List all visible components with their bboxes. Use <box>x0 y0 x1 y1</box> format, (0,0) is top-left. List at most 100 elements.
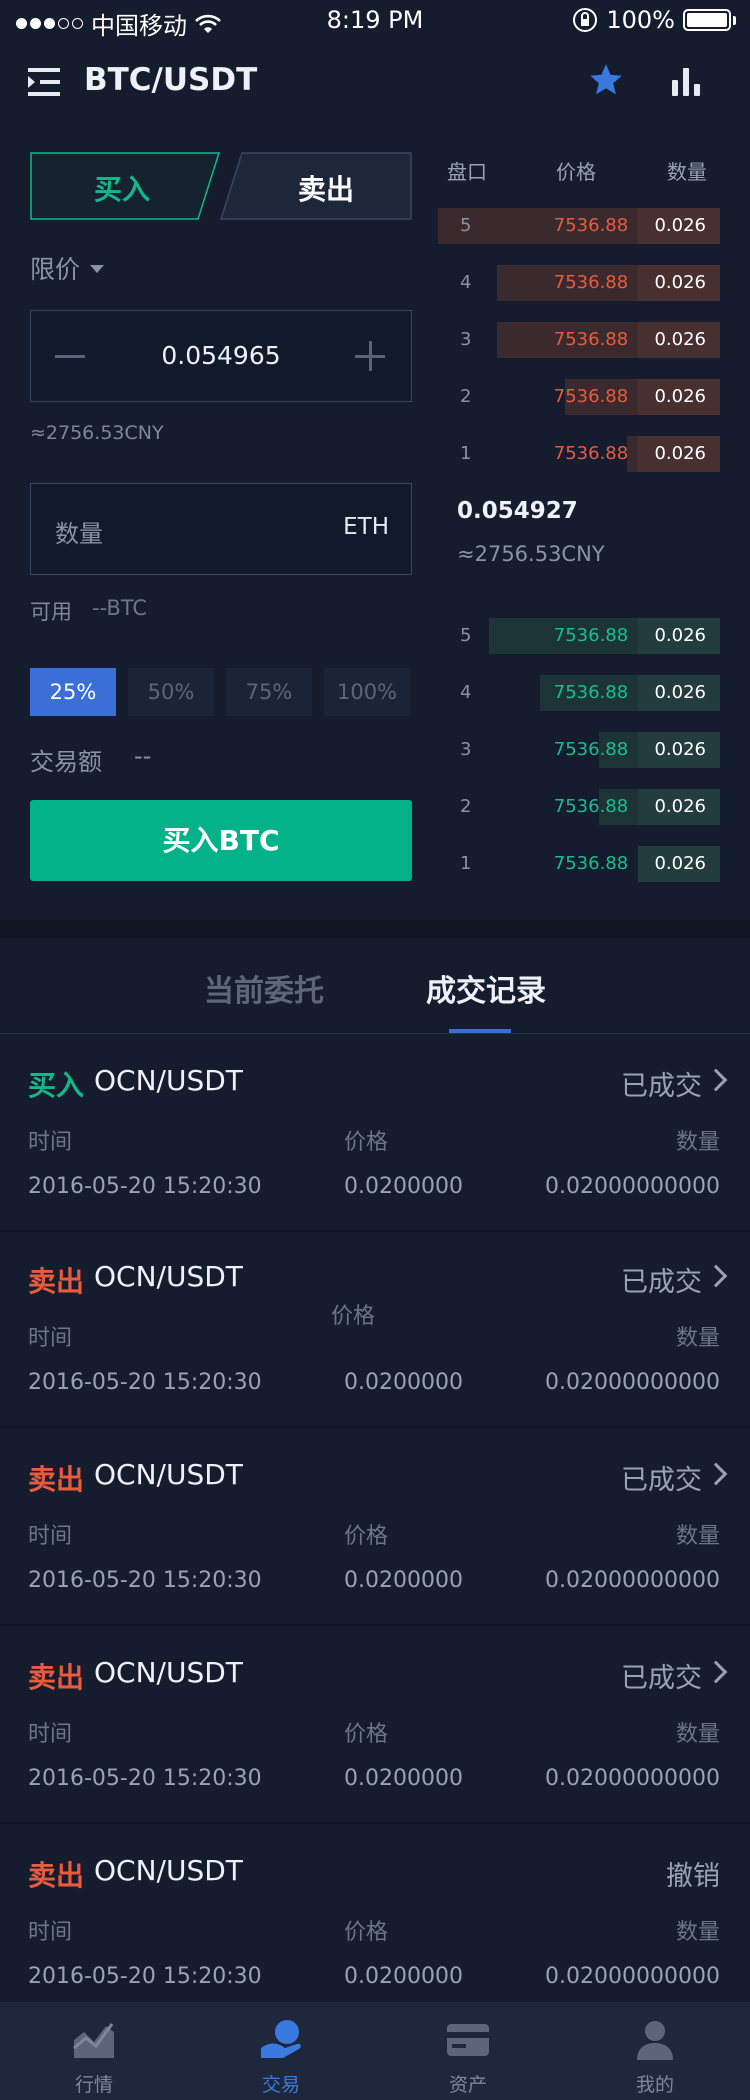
trade-qty: 0.02000000000 <box>545 1964 720 1989</box>
time-label: 时间 <box>28 1326 73 1351</box>
nav-trade[interactable]: 交易 <box>187 2002 375 2100</box>
trade-side: 卖出 <box>28 1463 85 1496</box>
price-stepper: 0.054965 <box>30 310 412 402</box>
menu-icon[interactable] <box>28 66 62 98</box>
bottom-nav: 行情 交易 资产 我的 <box>0 2002 750 2100</box>
trade-qty: 0.02000000000 <box>545 1568 720 1593</box>
nav-profile[interactable]: 我的 <box>561 2002 749 2100</box>
bid-level: 3 <box>460 739 472 760</box>
bid-price: 7536.88 <box>553 625 629 646</box>
ask-qty: 0.026 <box>654 386 706 407</box>
ask-price: 7536.88 <box>553 329 629 350</box>
pair-title[interactable]: BTC/USDT <box>84 62 257 98</box>
battery-tip <box>733 15 736 25</box>
nav-trade-label: 交易 <box>261 2074 300 2096</box>
ask-row[interactable]: 1 7536.88 0.026 <box>438 436 720 472</box>
qty-label: 数量 <box>675 1524 720 1549</box>
increase-price-button[interactable] <box>353 339 389 375</box>
market-chart-icon <box>73 2023 114 2058</box>
trade-status: 已成交 <box>621 1465 702 1496</box>
bid-price: 7536.88 <box>553 853 629 874</box>
favorite-star-icon[interactable] <box>588 62 624 98</box>
percent-100-button[interactable]: 100% <box>324 668 410 716</box>
bid-row[interactable]: 3 7536.88 0.026 <box>438 732 720 768</box>
orderbook-header-price: 价格 <box>556 160 596 184</box>
trade-price: 0.0200000 <box>344 1964 463 1989</box>
trade-hand-coin-icon <box>261 2020 301 2058</box>
trade-record[interactable]: 卖出 OCN/USDT 已成交 时间 价格 数量 2016-05-20 15:20:30 0.… <box>0 1232 750 1428</box>
nav-assets[interactable]: 资产 <box>374 2002 562 2100</box>
bid-level: 2 <box>460 796 472 817</box>
orderbook-header-level: 盘口 <box>447 160 487 184</box>
bid-price: 7536.88 <box>553 796 629 817</box>
nav-profile-label: 我的 <box>635 2074 674 2096</box>
top-header: BTC/USDT <box>0 50 750 114</box>
rotation-lock-icon <box>573 8 598 32</box>
nav-assets-label: 资产 <box>448 2074 487 2096</box>
ask-row[interactable]: 3 7536.88 0.026 <box>438 322 720 358</box>
available-label: 可用 <box>30 600 72 624</box>
bid-row[interactable]: 5 7536.88 0.026 <box>438 618 720 654</box>
trade-record[interactable]: 卖出 OCN/USDT 已成交 时间 价格 数量 2016-05-20 15:20:30 0.… <box>0 1430 750 1626</box>
trade-qty: 0.02000000000 <box>545 1370 720 1395</box>
bid-level: 4 <box>460 682 472 703</box>
ask-price: 7536.88 <box>553 272 629 293</box>
trade-qty: 0.02000000000 <box>545 1174 720 1199</box>
ask-qty: 0.026 <box>654 443 706 464</box>
trade-time: 2016-05-20 15:20:30 <box>28 1174 262 1199</box>
qty-label: 数量 <box>675 1920 720 1945</box>
time-label: 时间 <box>28 1722 73 1747</box>
trade-qty: 0.02000000000 <box>545 1766 720 1791</box>
order-type-select[interactable]: 限价 <box>30 250 105 286</box>
trade-price: 0.0200000 <box>344 1568 463 1593</box>
battery-group: 100% <box>572 6 736 34</box>
tab-trade-history[interactable]: 成交记录 <box>426 966 546 1010</box>
price-label: 价格 <box>344 1920 389 1945</box>
ask-qty: 0.026 <box>654 329 706 350</box>
trade-side: 卖出 <box>28 1265 85 1298</box>
trade-record[interactable]: 卖出 OCN/USDT 已成交 时间 价格 数量 2016-05-20 15:20:30 0.… <box>0 1628 750 1824</box>
battery-icon <box>683 9 731 31</box>
percent-75-button[interactable]: 75% <box>226 668 312 716</box>
bid-qty: 0.026 <box>654 796 706 817</box>
ask-level: 4 <box>460 272 472 293</box>
nav-market[interactable]: 行情 <box>0 2002 188 2100</box>
kline-chart-icon[interactable] <box>670 66 704 98</box>
trade-record[interactable]: 买入 OCN/USDT 已成交 时间 价格 数量 2016-05-20 15:20:30 0.… <box>0 1036 750 1232</box>
qty-label: 数量 <box>675 1722 720 1747</box>
trade-amount-label: 交易额 <box>30 748 102 776</box>
buy-btc-button[interactable]: 买入BTC <box>30 800 412 881</box>
ask-price: 7536.88 <box>553 386 629 407</box>
trade-status: 已成交 <box>621 1663 702 1694</box>
time-label: 时间 <box>28 1130 73 1155</box>
quantity-field[interactable]: 数量 ETH <box>30 483 412 575</box>
ask-row[interactable]: 2 7536.88 0.026 <box>438 379 720 415</box>
tab-buy-label: 买入 <box>94 173 151 206</box>
trade-status: 撤销 <box>666 1861 720 1892</box>
chevron-right-icon <box>704 1264 728 1288</box>
bid-row[interactable]: 4 7536.88 0.026 <box>438 675 720 711</box>
bid-level: 5 <box>460 625 472 646</box>
qty-label: 数量 <box>675 1130 720 1155</box>
bid-row[interactable]: 1 7536.88 0.026 <box>438 846 720 882</box>
ask-price: 7536.88 <box>553 215 629 236</box>
chevron-right-icon <box>704 1660 728 1684</box>
trade-amount-value: -- <box>134 742 152 770</box>
bid-qty: 0.026 <box>654 853 706 874</box>
percent-25-button[interactable]: 25% <box>30 668 116 716</box>
percent-50-button[interactable]: 50% <box>128 668 214 716</box>
bid-row[interactable]: 2 7536.88 0.026 <box>438 789 720 825</box>
trade-side: 买入 <box>28 1069 85 1102</box>
trade-pair: OCN/USDT <box>94 1854 243 1887</box>
quantity-unit: ETH <box>343 514 389 540</box>
section-divider <box>0 920 750 938</box>
ask-price: 7536.88 <box>553 443 629 464</box>
trade-pair: OCN/USDT <box>94 1260 243 1293</box>
ask-level: 1 <box>460 443 472 464</box>
ask-row[interactable]: 4 7536.88 0.026 <box>438 265 720 301</box>
tab-current-orders[interactable]: 当前委托 <box>204 966 324 1010</box>
ask-row[interactable]: 5 7536.88 0.026 <box>438 208 720 244</box>
tab-buy[interactable]: 买入 <box>30 152 220 220</box>
trade-record[interactable]: 卖出 OCN/USDT 撤销 时间 价格 数量 2016-05-20 15:20:30 0.0… <box>0 1826 750 2022</box>
tab-sell[interactable]: 卖出 <box>220 152 412 220</box>
